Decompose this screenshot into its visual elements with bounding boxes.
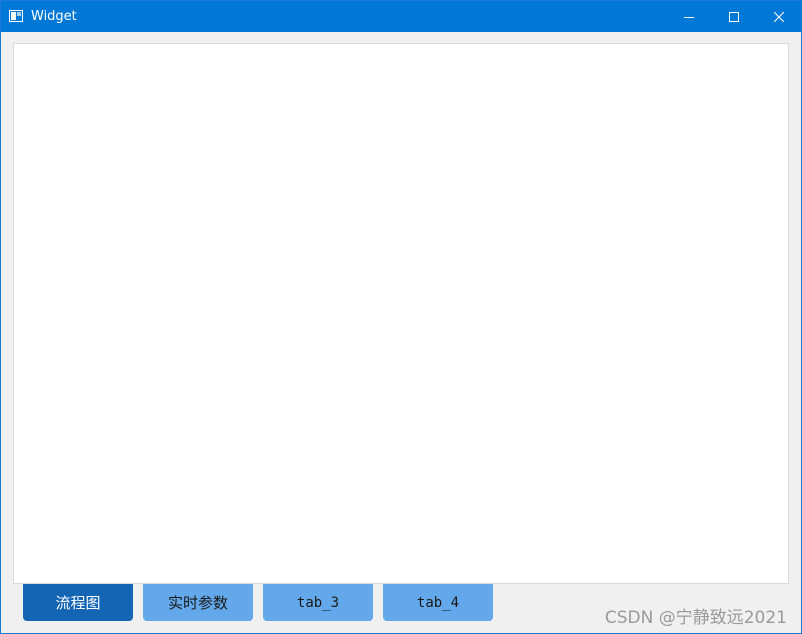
app-window-icon	[9, 10, 23, 22]
title-bar[interactable]: Widget	[1, 1, 801, 32]
close-button[interactable]	[756, 1, 802, 32]
app-window: Widget 流程图 实时参数 tab_3 tab_4 CSDN @宁静致远20	[0, 0, 802, 634]
maximize-button[interactable]	[711, 1, 757, 32]
tab-realtime-params-button[interactable]: 实时参数	[143, 584, 253, 621]
watermark-text: CSDN @宁静致远2021	[604, 608, 787, 628]
maximize-icon	[729, 11, 739, 22]
tab-4-button[interactable]: tab_4	[383, 584, 493, 621]
close-icon	[774, 11, 784, 22]
stacked-widget-page	[13, 43, 789, 584]
tab-label: 实时参数	[167, 594, 228, 612]
tab-3-button[interactable]: tab_3	[263, 584, 373, 621]
tab-label: tab_3	[296, 594, 340, 611]
minimize-icon	[684, 16, 694, 18]
minimize-button[interactable]	[666, 1, 712, 32]
tab-label: 流程图	[55, 594, 101, 612]
tab-flowchart-button[interactable]: 流程图	[23, 584, 133, 621]
window-title: Widget	[31, 9, 77, 24]
tab-label: tab_4	[416, 594, 460, 611]
